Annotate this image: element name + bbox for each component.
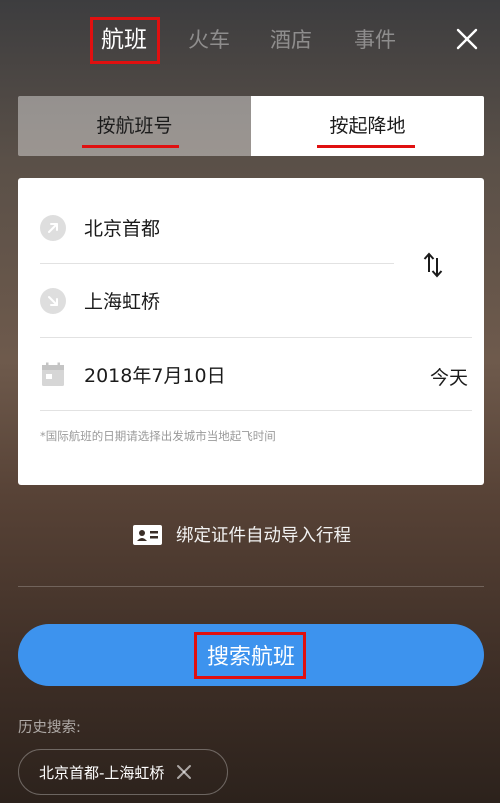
- landing-arrow-icon: [40, 287, 66, 314]
- search-by-route[interactable]: 按起降地: [251, 96, 484, 156]
- arrival-city: 上海虹桥: [84, 291, 161, 313]
- id-card-icon: [133, 524, 162, 545]
- bind-id-link[interactable]: 绑定证件自动导入行程: [133, 522, 351, 547]
- departure-city: 北京首都: [84, 218, 161, 240]
- today-label[interactable]: 今天: [430, 363, 468, 390]
- history-title: 历史搜索:: [18, 720, 81, 736]
- history-route: 北京首都-上海虹桥: [39, 763, 165, 782]
- international-flight-note: *国际航班的日期请选择出发城市当地起飞时间: [40, 429, 276, 443]
- swap-cities-button[interactable]: [420, 250, 446, 280]
- divider: [40, 263, 394, 264]
- tab-train[interactable]: 火车: [188, 22, 230, 58]
- swap-arrows-icon: [423, 252, 443, 278]
- close-icon: [456, 28, 478, 50]
- arrival-field[interactable]: 上海虹桥: [40, 287, 160, 314]
- close-button[interactable]: [452, 24, 482, 54]
- underline-annotation: [82, 145, 179, 148]
- search-by-flight-number-label: 按航班号: [96, 114, 173, 137]
- remove-icon[interactable]: [174, 762, 194, 782]
- tab-highlight-box: [90, 17, 160, 64]
- section-divider: [18, 586, 484, 587]
- search-highlight-box: [194, 632, 306, 679]
- takeoff-arrow-icon: [40, 214, 66, 241]
- tab-hotel[interactable]: 酒店: [270, 22, 312, 58]
- history-item[interactable]: 北京首都-上海虹桥: [18, 749, 228, 795]
- flight-search-card: 北京首都 上海虹桥 2018年7月10日 今天 *国际航班的日期请选择出发城市当…: [18, 178, 484, 485]
- underline-annotation: [317, 145, 415, 148]
- divider: [40, 410, 472, 411]
- bind-id-label: 绑定证件自动导入行程: [176, 526, 351, 546]
- search-by-flight-number[interactable]: 按航班号: [18, 96, 251, 156]
- search-by-route-label: 按起降地: [329, 114, 406, 137]
- departure-field[interactable]: 北京首都: [40, 214, 160, 241]
- tab-events[interactable]: 事件: [354, 22, 396, 58]
- flight-date: 2018年7月10日: [84, 365, 226, 387]
- calendar-icon: [42, 362, 64, 386]
- divider: [40, 337, 472, 338]
- top-navigation: 航班 火车 酒店 事件: [0, 0, 500, 80]
- date-field[interactable]: 2018年7月10日: [40, 361, 226, 388]
- search-mode-toggle: 按航班号 按起降地: [18, 96, 484, 156]
